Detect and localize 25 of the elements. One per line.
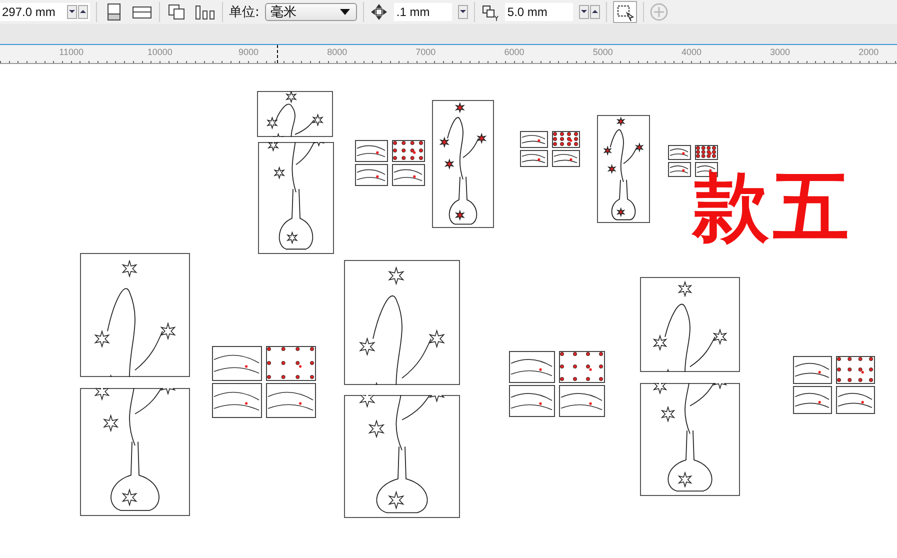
- ruler-label: 3000: [769, 46, 792, 59]
- ruler-label: 11000: [58, 46, 84, 59]
- page-height-field[interactable]: 297.0 mm: [0, 3, 90, 21]
- select-frame-icon[interactable]: [613, 1, 638, 23]
- ruler-label: 4000: [680, 46, 702, 59]
- spinner-icon[interactable]: [458, 5, 468, 19]
- ruler-label: 10000: [146, 46, 174, 59]
- ruler-label: 5000: [592, 46, 614, 59]
- spinner-icon[interactable]: [67, 5, 88, 19]
- caret-icon: [340, 9, 350, 15]
- duplicate-offset-icon: [481, 3, 500, 21]
- ruler-label: 2000: [858, 46, 880, 59]
- ruler-label: 7000: [414, 46, 437, 59]
- canvas-title: 款五: [693, 169, 853, 245]
- duplicate-y-field[interactable]: 5.0 mm: [505, 3, 574, 21]
- ruler-label: 9000: [237, 46, 260, 59]
- ruler-label: 8000: [326, 46, 348, 59]
- units-dropdown[interactable]: 毫米: [265, 3, 358, 21]
- nudge-field[interactable]: .1 mm: [394, 3, 452, 21]
- spinner-icon[interactable]: [579, 5, 600, 19]
- nudge-icon: [370, 3, 388, 21]
- pattern-swatches-drawing: [355, 140, 425, 186]
- pattern-swatches-drawing: [520, 131, 580, 167]
- units-label: 单位:: [229, 4, 260, 21]
- ruler-label: 6000: [503, 46, 526, 59]
